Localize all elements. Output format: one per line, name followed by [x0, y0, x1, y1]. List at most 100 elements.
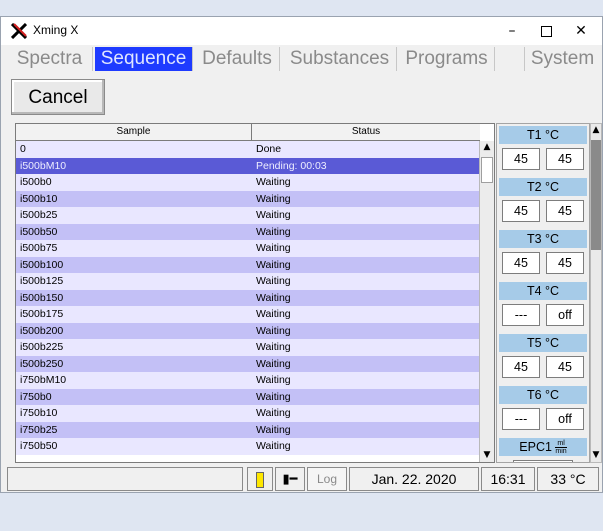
sample-cell: i750b50 — [20, 440, 58, 452]
temp-setpoint[interactable]: --- — [502, 304, 540, 326]
status-bar: ▮━ Log Jan. 22. 2020 16:31 33 °C — [7, 467, 599, 491]
temperature-panel: T1 °C 45 45 T2 °C 45 45 T3 °C 45 45 T4 °C --- off T5… — [496, 123, 590, 463]
temp-actual[interactable]: off — [546, 304, 584, 326]
sample-cell: i500bM10 — [20, 159, 67, 172]
status-cell: Waiting — [256, 423, 291, 436]
temp-actual[interactable]: 45 — [546, 252, 584, 274]
sample-cell: i500b25 — [20, 209, 58, 221]
sample-cell: i500b50 — [20, 225, 58, 238]
sample-cell: i500b225 — [20, 341, 64, 353]
temp-setpoint[interactable]: 45 — [502, 148, 540, 170]
tab-programs[interactable]: Programs — [399, 47, 495, 71]
sample-cell: i500b200 — [20, 324, 64, 337]
temp-actual[interactable]: 45 — [546, 200, 584, 222]
table-row[interactable]: i750b50 Waiting — [16, 438, 480, 455]
table-row[interactable]: i500b25 Waiting — [16, 207, 480, 224]
table-row[interactable]: i500b0 Waiting — [16, 174, 480, 191]
table-row[interactable]: i500b100 Waiting — [16, 256, 480, 273]
epc-unit-den: min — [555, 448, 567, 456]
minimize-icon: – — [508, 23, 516, 39]
sample-cell: i500b75 — [20, 242, 58, 254]
temp-setpoint[interactable]: 45 — [502, 252, 540, 274]
epc-value[interactable]: 150.0 — [513, 460, 573, 462]
status-cell: Waiting — [256, 341, 291, 353]
panel-scrollbar[interactable]: ▲ ▼ — [590, 123, 602, 463]
indicator-light — [247, 467, 273, 491]
temp-label: T3 °C — [499, 230, 587, 248]
sample-cell: i500b175 — [20, 308, 64, 320]
scroll-down-icon[interactable]: ▼ — [480, 449, 494, 462]
sample-cell: i500b100 — [20, 258, 64, 271]
table-row[interactable]: i500b75 Waiting — [16, 240, 480, 257]
temp-label: T2 °C — [499, 178, 587, 196]
status-date: Jan. 22. 2020 — [349, 467, 479, 491]
table-row[interactable]: i500b175 Waiting — [16, 306, 480, 323]
maximize-icon — [540, 25, 552, 37]
column-header-status[interactable]: Status — [252, 124, 480, 140]
status-cell: Waiting — [256, 440, 291, 452]
close-button[interactable]: ✕ — [561, 17, 601, 45]
temp-label: T5 °C — [499, 334, 587, 352]
tab-bar: Spectra Sequence Defaults Substances Pro… — [1, 45, 602, 73]
table-row[interactable]: i500b200 Waiting — [16, 322, 480, 339]
table-row[interactable]: 0 Done — [16, 141, 480, 158]
panel-scroll-thumb[interactable] — [591, 140, 601, 250]
tab-spectra[interactable]: Spectra — [7, 47, 93, 71]
status-cell: Waiting — [256, 308, 291, 320]
table-row[interactable]: i500b250 Waiting — [16, 355, 480, 372]
table-row[interactable]: i750b10 Waiting — [16, 405, 480, 422]
temp-actual[interactable]: off — [546, 408, 584, 430]
sample-cell: i500b150 — [20, 291, 64, 304]
cancel-button[interactable]: Cancel — [11, 79, 105, 115]
temp-actual[interactable]: 45 — [546, 356, 584, 378]
tab-system[interactable]: System — [524, 47, 600, 71]
status-cell: Waiting — [256, 291, 291, 304]
temp-group-t6: T6 °C --- off — [499, 386, 587, 436]
tab-sequence[interactable]: Sequence — [95, 47, 193, 71]
table-row[interactable]: i500bM10 Pending: 00:03 — [16, 157, 480, 174]
status-cell: Waiting — [256, 324, 291, 337]
temp-group-t1: T1 °C 45 45 — [499, 126, 587, 176]
title-bar: Xming X – ✕ — [1, 17, 602, 45]
temp-setpoint[interactable]: 45 — [502, 356, 540, 378]
panel-scroll-up-icon[interactable]: ▲ — [591, 124, 601, 137]
status-cell: Waiting — [256, 192, 291, 205]
temp-actual[interactable]: 45 — [546, 148, 584, 170]
table-row[interactable]: i500b150 Waiting — [16, 289, 480, 306]
sample-cell: i750b10 — [20, 407, 58, 419]
sample-cell: i500b250 — [20, 357, 64, 370]
sample-cell: 0 — [20, 143, 26, 155]
tab-defaults[interactable]: Defaults — [195, 47, 280, 71]
status-cell: Waiting — [256, 275, 291, 287]
table-row[interactable]: i750b0 Waiting — [16, 388, 480, 405]
panel-scroll-down-icon[interactable]: ▼ — [591, 449, 601, 462]
table-row[interactable]: i750bM10 Waiting — [16, 372, 480, 389]
table-scrollbar[interactable]: ▲ ▼ — [479, 141, 494, 462]
status-cell: Waiting — [256, 374, 291, 386]
column-header-sample[interactable]: Sample — [16, 124, 252, 140]
log-button[interactable]: Log — [307, 467, 347, 491]
table-row[interactable]: i500b225 Waiting — [16, 339, 480, 356]
table-row[interactable]: i500b50 Waiting — [16, 223, 480, 240]
table-row[interactable]: i750b25 Waiting — [16, 421, 480, 438]
app-window: Xming X – ✕ Spectra Sequence Defaults Su… — [0, 16, 603, 493]
window-title: Xming X — [33, 23, 79, 37]
table-row[interactable]: i500b125 Waiting — [16, 273, 480, 290]
sample-cell: i500b0 — [20, 176, 52, 188]
epc-group: EPC1 mlmin 150.0 — [499, 438, 587, 462]
status-cell: Waiting — [256, 225, 291, 238]
status-message — [7, 467, 243, 491]
status-cell: Waiting — [256, 209, 291, 221]
tab-substances[interactable]: Substances — [283, 47, 397, 71]
sample-cell: i750b0 — [20, 390, 52, 403]
status-cell: Waiting — [256, 176, 291, 188]
table-row[interactable]: i500b10 Waiting — [16, 190, 480, 207]
temp-setpoint[interactable]: --- — [502, 408, 540, 430]
status-cell: Pending: 00:03 — [256, 159, 327, 172]
scroll-up-icon[interactable]: ▲ — [480, 141, 494, 154]
scroll-thumb[interactable] — [481, 157, 493, 183]
temp-setpoint[interactable]: 45 — [502, 200, 540, 222]
status-cell: Waiting — [256, 242, 291, 254]
maximize-button[interactable] — [526, 17, 566, 45]
sequence-table: Sample Status 0 Done i500bM10 Pending: 00:0… — [15, 123, 495, 463]
